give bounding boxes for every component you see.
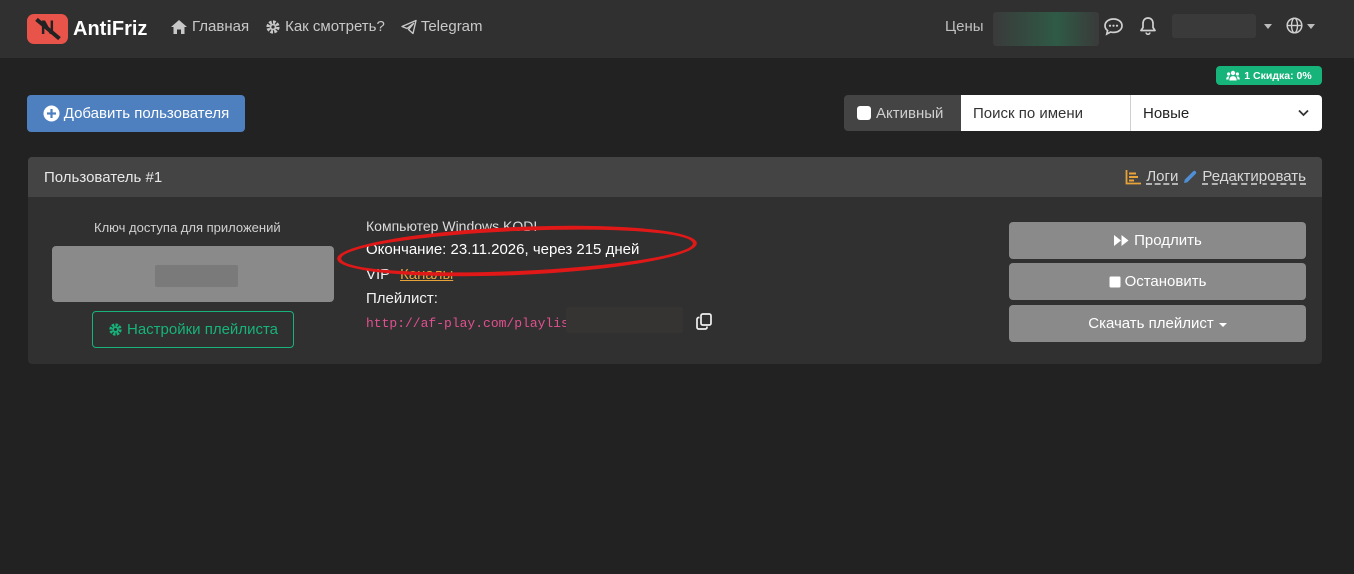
telegram-icon xyxy=(401,19,417,34)
prices-link[interactable]: Цены xyxy=(945,18,984,35)
edit-link[interactable]: Редактировать xyxy=(1182,168,1306,185)
stop-square-icon xyxy=(1109,276,1121,287)
nav-link-label: Как смотреть? xyxy=(285,18,385,35)
redacted-url-part xyxy=(566,307,683,333)
pencil-icon xyxy=(1184,170,1197,183)
nav-link-home[interactable]: Главная xyxy=(170,18,249,35)
discount-badge[interactable]: 1 Скидка: 0% xyxy=(1216,66,1322,85)
device-info: Компьютер Windows KODI xyxy=(366,218,538,234)
active-filter-label: Активный xyxy=(876,104,944,122)
gear-icon xyxy=(266,19,280,34)
expiry-info: Окончание: 23.11.2026, через 215 дней xyxy=(366,241,640,258)
globe-icon[interactable] xyxy=(1286,17,1303,34)
active-checkbox[interactable] xyxy=(857,106,871,120)
chevron-down-icon xyxy=(1298,109,1309,117)
brand-name: AntiFriz xyxy=(73,17,148,40)
chat-icon[interactable] xyxy=(1103,17,1124,37)
brand-logo-icon: N xyxy=(27,14,68,44)
sort-select[interactable]: Новые xyxy=(1130,95,1322,131)
nav-link-label: Главная xyxy=(192,18,250,35)
extend-label: Продлить xyxy=(1134,232,1202,249)
nav-link-telegram[interactable]: Telegram xyxy=(401,18,483,35)
plus-circle-icon xyxy=(43,105,60,122)
gear-icon xyxy=(109,323,122,336)
brand-logo-letter: N xyxy=(40,18,55,39)
download-label: Скачать плейлист xyxy=(1088,315,1214,332)
home-icon xyxy=(171,19,187,34)
logs-link[interactable]: Логи xyxy=(1125,168,1178,185)
download-playlist-button[interactable]: Скачать плейлист xyxy=(1009,305,1306,342)
access-key-field[interactable] xyxy=(52,246,334,302)
users-icon xyxy=(1226,70,1241,81)
playlist-settings-button[interactable]: Настройки плейлиста xyxy=(92,311,294,348)
user-card: Пользователь #1 Логи Редактировать Ключ … xyxy=(28,157,1322,364)
stop-label: Остановить xyxy=(1124,273,1207,290)
playlist-label: Плейлист: xyxy=(366,290,438,307)
extend-button[interactable]: Продлить xyxy=(1009,222,1306,259)
user-card-actions: Логи Редактировать xyxy=(1125,168,1306,185)
brand[interactable]: N AntiFriz xyxy=(27,14,147,44)
user-card-header: Пользователь #1 Логи Редактировать xyxy=(28,157,1322,197)
user-card-title: Пользователь #1 xyxy=(44,169,163,186)
stop-button[interactable]: Остановить xyxy=(1009,263,1306,300)
edit-label: Редактировать xyxy=(1202,168,1306,185)
discount-badge-text: 1 Скидка: 0% xyxy=(1244,69,1312,82)
add-user-label: Добавить пользователя xyxy=(63,105,230,122)
bell-icon[interactable] xyxy=(1139,16,1157,36)
nav-link-how-to-watch[interactable]: Как смотреть? xyxy=(265,18,385,35)
language-chevron-icon[interactable] xyxy=(1307,24,1315,29)
chart-bars-icon xyxy=(1125,169,1142,184)
nav-link-label: Telegram xyxy=(420,18,483,35)
add-user-button[interactable]: Добавить пользователя xyxy=(27,95,245,132)
redacted-username[interactable] xyxy=(1172,14,1256,38)
redacted-access-key xyxy=(155,265,238,287)
nav-links: Главная Как смотреть? Telegram xyxy=(170,18,499,35)
search-by-name-input[interactable] xyxy=(961,95,1130,131)
copy-icon[interactable] xyxy=(696,313,712,330)
playlist-settings-label: Настройки плейлиста xyxy=(127,321,278,338)
playlist-url[interactable]: http://af-play.com/playlis xyxy=(366,316,569,331)
top-navbar: N AntiFriz Главная Как смотреть? Telegra… xyxy=(0,0,1354,58)
sort-selected-value: Новые xyxy=(1143,104,1190,122)
chevron-down-icon[interactable] xyxy=(1264,24,1272,29)
caret-down-icon xyxy=(1218,322,1227,327)
fast-forward-icon xyxy=(1114,235,1129,246)
access-key-label: Ключ доступа для приложений xyxy=(94,220,281,235)
plan-label: VIP xyxy=(366,266,391,283)
active-filter-toggle[interactable]: Активный xyxy=(844,95,961,131)
channels-link[interactable]: Каналы xyxy=(400,266,453,283)
logs-label: Логи xyxy=(1146,168,1179,185)
redacted-balance xyxy=(993,12,1099,46)
